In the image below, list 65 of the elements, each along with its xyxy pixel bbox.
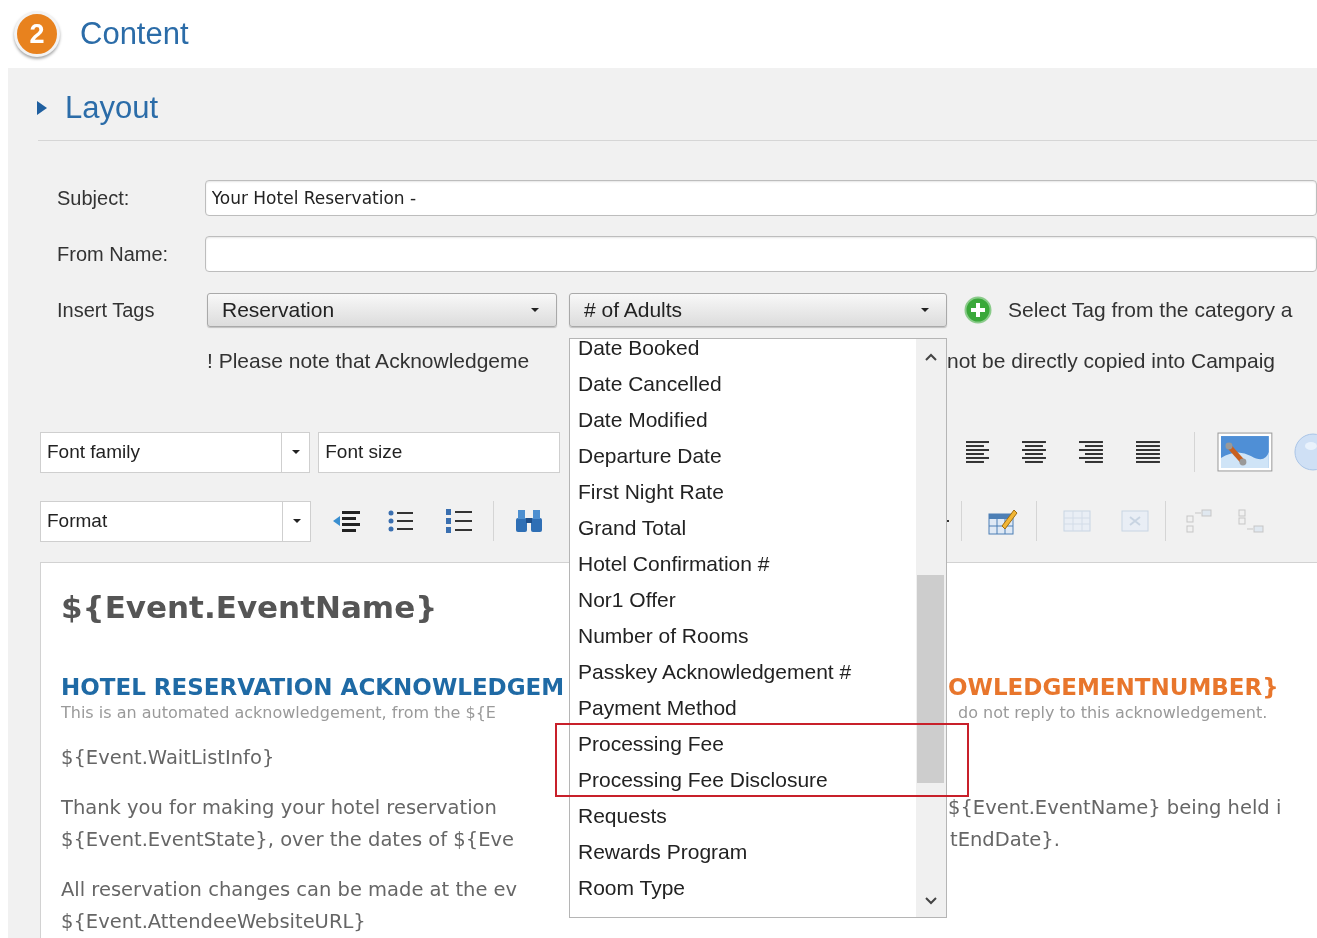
dropdown-option[interactable]: Departure Date (570, 438, 910, 474)
body-text: ${Event.WaitListInfo} (61, 745, 275, 769)
dropdown-option[interactable]: Nor1 Offer (570, 582, 910, 618)
scroll-down-icon[interactable] (925, 897, 937, 905)
add-icon[interactable] (964, 295, 992, 324)
dropdown-option[interactable]: First Night Rate (570, 474, 910, 510)
scroll-thumb[interactable] (917, 575, 944, 783)
body-text: ${Event.AttendeeWebsiteURL} (61, 909, 366, 933)
acknowledgement-heading: HOTEL RESERVATION ACKNOWLEDGEM (61, 673, 565, 700)
field-label: Subject: (57, 186, 131, 211)
acknowledgement-heading: OWLEDGEMENTNUMBER} (948, 672, 1279, 702)
dropdown-option[interactable]: Number of Rooms (570, 618, 910, 654)
dropdown-option[interactable]: Grand Total (570, 510, 910, 546)
outdent-icon[interactable] (332, 508, 362, 534)
expand-arrow-icon[interactable] (37, 101, 47, 115)
dropdown-option[interactable]: Date Modified (570, 402, 910, 438)
category-select[interactable]: Reservation (207, 293, 557, 327)
dropdown-option[interactable]: Rewards Program (570, 834, 910, 870)
tag-select[interactable]: # of Adults (569, 293, 947, 327)
font-size-select[interactable]: Font size (318, 431, 560, 473)
bullet-list-icon[interactable] (388, 509, 414, 533)
format-select[interactable]: Format (40, 500, 311, 542)
dropdown-option[interactable]: Date Cancelled (570, 366, 910, 402)
automated-notice-text: do not reply to this acknowledgement. (958, 701, 1268, 724)
body-text: ${Event.EventState}, over the dates of ${Eve (61, 827, 515, 851)
align-center-icon[interactable] (1022, 441, 1047, 463)
align-right-icon[interactable] (1079, 441, 1104, 463)
automated-notice-text: This is an automated acknowledgement, from the ${E (61, 702, 496, 722)
binoculars-icon[interactable] (514, 508, 544, 534)
hint-text: Select Tag from the category a (1008, 297, 1293, 323)
note-text: not be directly copied into Campaig (947, 347, 1276, 374)
dropdown-option[interactable]: Room Type (570, 870, 910, 906)
caret-icon (921, 307, 929, 312)
body-text: All reservation changes can be made at the ev (61, 877, 518, 901)
table-cell-icon[interactable] (1121, 510, 1149, 532)
image-icon[interactable] (1217, 432, 1274, 472)
scrollbar[interactable] (916, 339, 946, 917)
body-text: ${Event.EventName} being held i (948, 794, 1282, 821)
dropdown-option[interactable]: Processing Fee Disclosure (570, 762, 910, 798)
field-label: From Name: (57, 242, 170, 267)
numbered-list-icon[interactable] (445, 508, 473, 534)
dropdown-option[interactable]: Passkey Acknowledgement # (570, 654, 910, 690)
note-text: ! Please note that Acknowledgeme (207, 347, 530, 374)
caret-icon (291, 450, 300, 454)
dropdown-option[interactable]: Hotel Confirmation # (570, 546, 910, 582)
dropdown-option[interactable]: Date Booked (570, 339, 910, 366)
dropdown-option[interactable]: Payment Method (570, 690, 910, 726)
section-title: Content (80, 14, 189, 53)
body-text: Thank you for making your hotel reservation (61, 795, 497, 819)
event-name-title: ${Event.EventName} (61, 588, 438, 625)
from-name-field[interactable] (204, 236, 1317, 272)
caret-icon (292, 519, 301, 523)
dropdown-option[interactable]: Requests (570, 798, 910, 834)
dropdown-option[interactable]: Processing Fee (570, 726, 910, 762)
field-label: Insert Tags (57, 297, 156, 323)
tag-dropdown-list[interactable] (569, 338, 947, 918)
scroll-up-icon[interactable] (925, 353, 937, 361)
body-text: tEndDate}. (950, 826, 1060, 853)
subsection-title[interactable]: Layout (65, 84, 159, 132)
step-number-badge: 2 (14, 11, 60, 57)
subject-field[interactable]: Your Hotel Reservation - (204, 180, 1317, 216)
align-justify-icon[interactable] (1136, 441, 1161, 463)
align-left-icon[interactable] (965, 441, 990, 463)
font-family-select[interactable]: Font family (40, 431, 311, 473)
caret-icon (531, 307, 539, 312)
